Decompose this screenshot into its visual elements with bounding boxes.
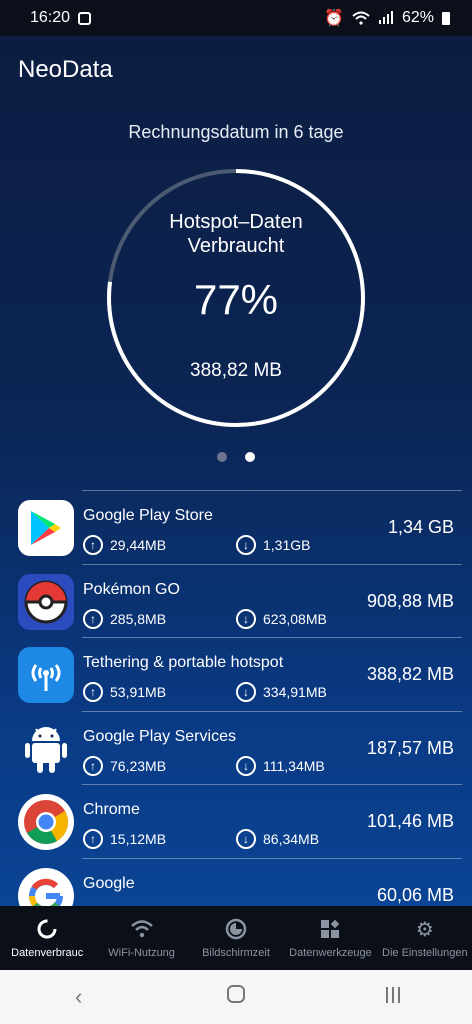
app-row-play-services[interactable]: Google Play Services ↑ 76,23MB ↓ 111,34M… xyxy=(0,710,472,785)
nav-label: Datenverbrauc xyxy=(11,947,84,959)
page-dot-1[interactable] xyxy=(217,452,227,462)
download-value: 1,31GB xyxy=(263,537,311,553)
upload-value: 29,44MB xyxy=(110,537,167,553)
upload-icon: ↑ xyxy=(83,682,103,702)
nav-data-tools[interactable]: Datenwerkzeuge xyxy=(283,906,377,970)
app-total: 1,34 GB xyxy=(387,517,454,537)
settings-icon: ⚙ xyxy=(415,918,434,941)
android-icon xyxy=(18,721,74,777)
billing-date-text: Rechnungsdatum in 6 tage xyxy=(128,122,344,142)
upload-icon: ↑ xyxy=(83,535,103,555)
screen-time-icon xyxy=(225,917,247,941)
nav-label: Datenwerkzeuge xyxy=(289,947,372,959)
app-total: 60,06 MB xyxy=(376,884,454,905)
gauge-percent: 77% xyxy=(193,276,279,323)
battery-icon xyxy=(442,11,450,25)
app-name: Chrome xyxy=(83,801,140,818)
download-icon: ↓ xyxy=(236,535,256,555)
download-icon: ↓ xyxy=(236,755,256,776)
download-value: 334,91MB xyxy=(263,684,327,700)
download-icon: ↓ xyxy=(236,608,256,629)
app-list[interactable]: Google Play Store ↑ 29,44MB ↓ 1,31GB 1,3… xyxy=(0,490,472,906)
google-icon xyxy=(18,867,74,906)
signal-icon xyxy=(378,11,393,24)
upload-icon: ↑ xyxy=(83,829,103,849)
download-icon: ↓ xyxy=(236,682,256,702)
app-name: Google Play Store xyxy=(83,507,213,524)
bottom-navigation: Datenverbrauc WiFi-Nutzung Bildschirmzei… xyxy=(0,906,472,970)
app-row-play-store[interactable]: Google Play Store ↑ 29,44MB ↓ 1,31GB 1,3… xyxy=(0,490,472,564)
gauge-amount: 388,82 MB xyxy=(190,360,282,381)
download-value: 623,08MB xyxy=(263,610,327,627)
upload-value: 285,8MB xyxy=(110,610,167,627)
download-value: 86,34MB xyxy=(263,831,320,847)
download-icon: ↓ xyxy=(236,829,256,849)
app-name: Google xyxy=(83,874,135,892)
nav-settings[interactable]: ⚙ Die Einstellungen xyxy=(378,906,472,970)
upload-icon: ↑ xyxy=(83,608,103,629)
recents-icon[interactable] xyxy=(363,984,423,1010)
chrome-icon xyxy=(18,794,74,850)
tools-icon xyxy=(319,917,341,941)
upload-value: 53,91MB xyxy=(110,684,167,700)
back-icon[interactable]: ‹ xyxy=(49,984,109,1010)
upload-value: 76,23MB xyxy=(110,757,167,774)
hotspot-icon xyxy=(18,647,74,703)
upload-icon: ↑ xyxy=(83,755,103,776)
pokemon-go-icon xyxy=(18,573,74,630)
gauge-label: Hotspot–Daten Verbraucht xyxy=(104,210,368,258)
home-icon[interactable] xyxy=(206,984,266,1010)
app-row-pokemon-go[interactable]: Pokémon GO ↑ 285,8MB ↓ 623,08MB 908,88 M… xyxy=(0,563,472,638)
app-name: Google Play Services xyxy=(83,727,236,745)
app-total: 187,57 MB xyxy=(366,737,454,758)
screenshot-icon xyxy=(78,11,92,25)
app-total: 101,46 MB xyxy=(366,811,454,831)
data-usage-icon xyxy=(36,917,58,941)
app-row-chrome[interactable]: Chrome ↑ 15,12MB ↓ 86,34MB 101,46 MB xyxy=(0,784,472,858)
download-value: 111,34MB xyxy=(263,757,325,774)
nav-wifi-usage[interactable]: WiFi-Nutzung xyxy=(94,906,188,970)
gauge-label-line2: Verbraucht xyxy=(187,235,285,257)
nav-label: Bildschirmzeit xyxy=(202,947,270,959)
wifi-status-icon xyxy=(352,11,370,25)
app-name: Tethering & portable hotspot xyxy=(83,654,284,671)
nav-screen-time[interactable]: Bildschirmzeit xyxy=(189,906,283,970)
app-row-hotspot[interactable]: Tethering & portable hotspot ↑ 53,91MB ↓… xyxy=(0,637,472,711)
alarm-icon: ⏰ xyxy=(324,10,344,27)
status-right: ⏰ 62% xyxy=(324,8,450,28)
gauge-label-line1: Hotspot–Daten xyxy=(169,211,303,233)
status-left: 16:20 xyxy=(30,9,92,27)
page-dot-2[interactable] xyxy=(245,452,255,462)
nav-label: Die Einstellungen xyxy=(382,947,468,959)
status-time: 16:20 xyxy=(30,9,71,26)
app-total: 908,88 MB xyxy=(366,590,454,611)
play-store-icon xyxy=(18,500,74,556)
app-row-google[interactable]: Google ↑ ↓ 60,06 MB xyxy=(0,857,472,906)
upload-value: 15,12MB xyxy=(110,831,167,847)
status-bar: 16:20 ⏰ 62% xyxy=(0,0,472,36)
app-title: NeoData xyxy=(18,56,113,83)
system-navigation: ‹ xyxy=(0,970,472,1024)
nav-data-usage[interactable]: Datenverbrauc xyxy=(0,906,94,970)
page-indicator xyxy=(0,452,472,462)
app-total: 388,82 MB xyxy=(366,664,454,684)
nav-label: WiFi-Nutzung xyxy=(108,947,175,959)
usage-gauge[interactable]: Hotspot–Daten Verbraucht 77% 388,82 MB xyxy=(104,166,368,430)
battery-percent: 62% xyxy=(401,9,434,26)
wifi-icon xyxy=(130,917,154,941)
app-name: Pokémon GO xyxy=(83,580,180,598)
